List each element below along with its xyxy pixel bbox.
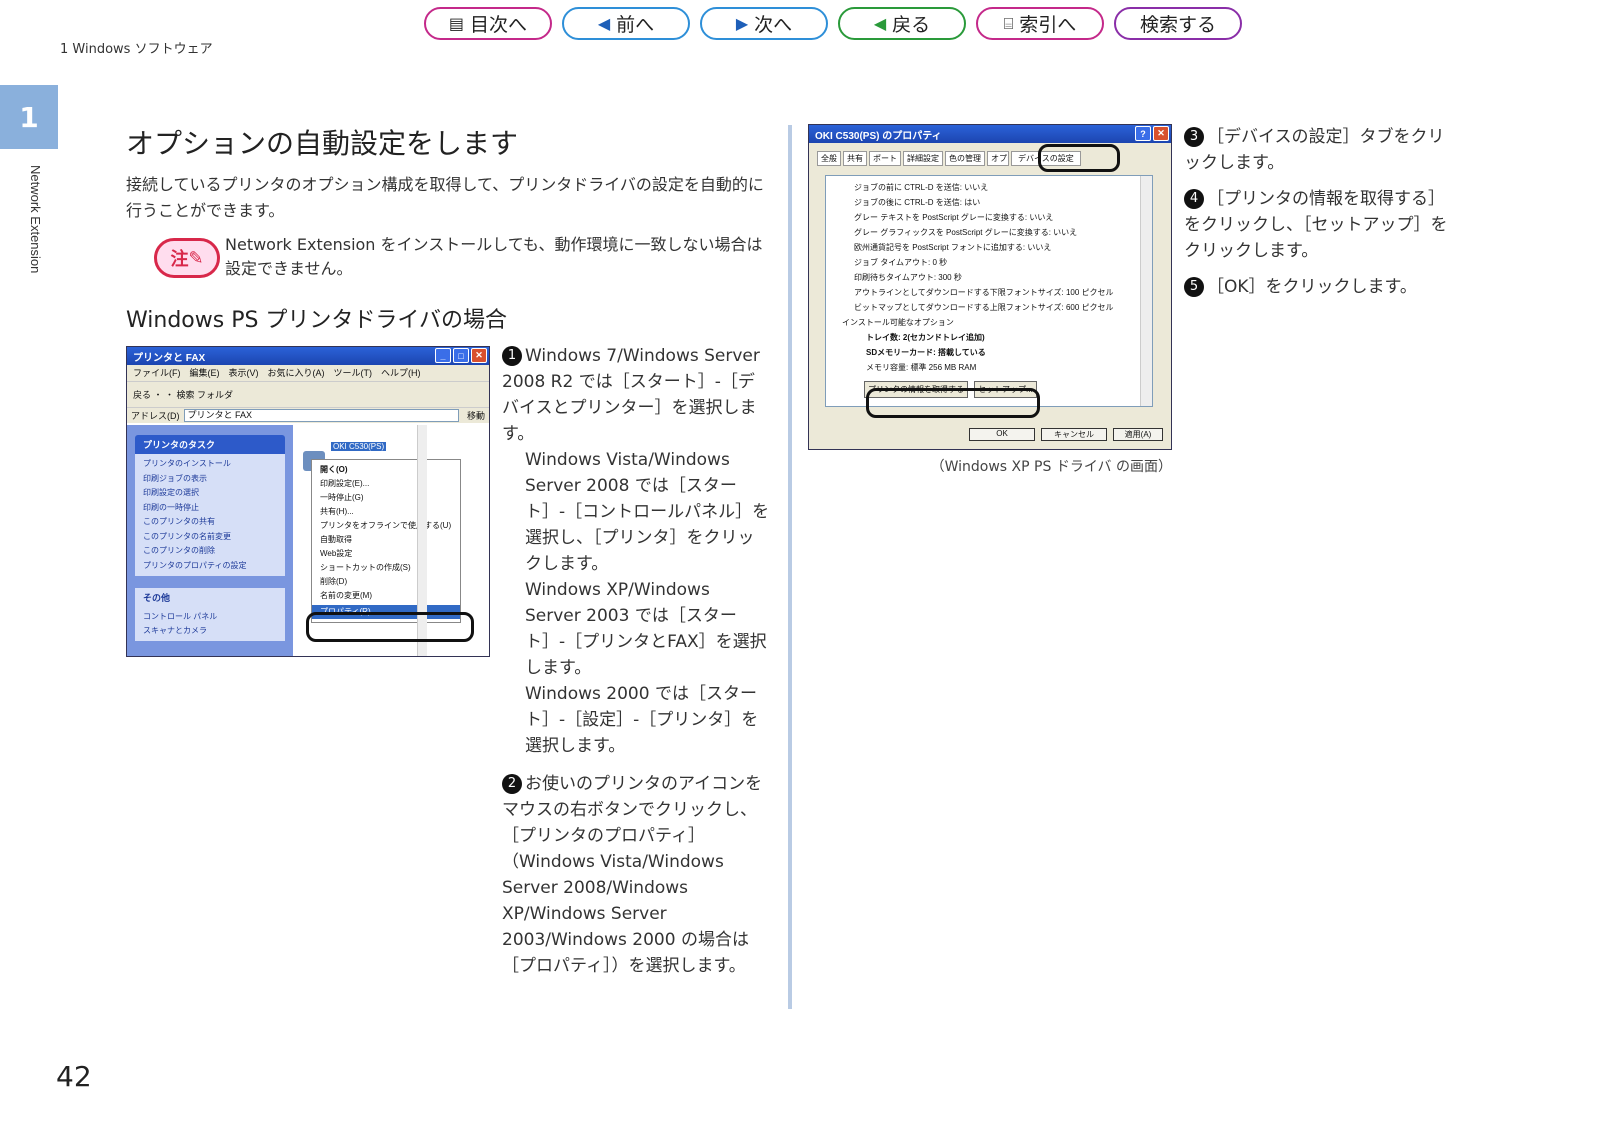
close-icon: ✕: [471, 348, 487, 363]
task-list: プリンタのインストール 印刷ジョブの表示 印刷設定の選択 印刷の一時停止 このプ…: [135, 454, 285, 576]
note-badge: 注 ✎: [154, 238, 220, 278]
toc-button[interactable]: ▤ 目次へ: [424, 7, 552, 40]
book-icon: ⌸: [1003, 13, 1014, 33]
dialog-titlebar: OKI C530(PS) のプロパティ ? ✕: [809, 125, 1171, 143]
step-2-marker: 2: [502, 774, 522, 794]
page-number: 42: [56, 1060, 92, 1093]
minimize-icon: _: [435, 348, 451, 363]
right-arrow-icon: ▶: [735, 14, 749, 33]
printers-window-screenshot: プリンタと FAX _ □ ✕ ファイル(F) 編集(E) 表示(V) お気に入り(…: [126, 346, 490, 657]
step-3-marker: 3: [1184, 127, 1204, 147]
column-divider: [788, 125, 792, 1009]
steps-1-2: 1 Windows 7/Windows Server 2008 R2 では［スター…: [502, 346, 770, 976]
next-button[interactable]: ▶ 次へ: [700, 7, 828, 40]
search-button[interactable]: 検索する: [1114, 7, 1242, 40]
task-pane: プリンタのタスク プリンタのインストール 印刷ジョブの表示 印刷設定の選択 印刷…: [127, 425, 293, 656]
close-icon: ✕: [1153, 126, 1169, 141]
help-icon: ?: [1135, 126, 1151, 141]
left-arrow-icon: ◀: [597, 14, 611, 33]
note-text: Network Extension をインストールしても、動作環境に一致しない場…: [225, 235, 763, 278]
dialog-scrollbar[interactable]: [1140, 176, 1152, 406]
nav-bar: ▤ 目次へ ◀ 前へ ▶ 次へ ◀ 戻る ⌸ 索引へ 検索する: [424, 7, 1242, 40]
steps-3-5: 3 ［デバイスの設定］タブをクリックします。 4 ［プリンタの情報を取得する］をクリ…: [1184, 127, 1448, 297]
window-titlebar: プリンタと FAX _ □ ✕: [127, 347, 489, 365]
dialog-buttons: OK キャンセル 適用(A): [969, 428, 1163, 441]
step-5-marker: 5: [1184, 277, 1204, 297]
maximize-icon: □: [453, 348, 469, 363]
page-title: オプションの自動設定をします: [126, 127, 519, 160]
prev-button[interactable]: ◀ 前へ: [562, 7, 690, 40]
cancel-button[interactable]: キャンセル: [1041, 428, 1107, 441]
step-4-marker: 4: [1184, 189, 1204, 209]
address-bar: アドレス(D) プリンタと FAX 移動: [127, 407, 489, 423]
screenshot-caption: （Windows XP PS ドライバ の画面）: [930, 459, 1172, 475]
highlight-device-tab: [1038, 144, 1120, 172]
index-button[interactable]: ⌸ 索引へ: [976, 7, 1104, 40]
section-subtitle: Windows PS プリンタドライバの場合: [126, 308, 507, 333]
step-1-marker: 1: [502, 346, 522, 366]
settings-tree: ジョブの前に CTRL-D を送信: いいえ ジョブの後に CTRL-D を送信…: [825, 175, 1153, 407]
intro-text: 接続しているプリンタのオプション構成を取得して、プリンタドライバの設定を自動的に…: [126, 175, 764, 220]
chapter-tab: 1: [0, 85, 58, 149]
toolbar: 戻る ・ ・ 検索 フォルダ: [127, 381, 489, 407]
side-label: Network Extension: [28, 165, 43, 274]
menubar: ファイル(F) 編集(E) 表示(V) お気に入り(A) ツール(T) ヘルプ(…: [127, 365, 489, 381]
pencil-icon: ✎: [188, 247, 204, 269]
breadcrumb: 1 Windows ソフトウェア: [60, 42, 213, 57]
back-circle-icon: ◀: [873, 14, 887, 33]
ok-button[interactable]: OK: [969, 428, 1035, 441]
apply-button[interactable]: 適用(A): [1113, 428, 1163, 441]
context-menu: 開く(O) 印刷設定(E)... 一時停止(G) 共有(H)... プリンタをオ…: [311, 459, 461, 623]
back-button[interactable]: ◀ 戻る: [838, 7, 966, 40]
highlight-get-info: [866, 388, 1040, 418]
highlight-properties: [306, 612, 474, 642]
document-icon: ▤: [448, 14, 465, 33]
